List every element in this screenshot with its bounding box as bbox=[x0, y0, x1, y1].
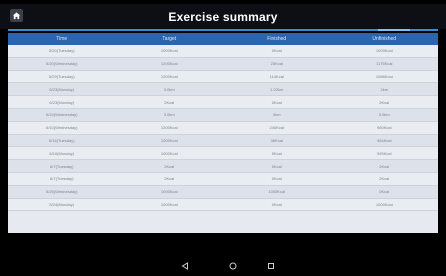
table-row[interactable]: 6/10(Wednesday) 1200Kcal 240Kcal 960Kcal bbox=[8, 121, 438, 135]
cell-target: 1000Kcal bbox=[115, 45, 223, 58]
column-header-time: Time bbox=[56, 36, 68, 42]
cell-unfinished: 1000Kcal bbox=[330, 198, 438, 212]
cell-finished: 0Kcal bbox=[223, 198, 331, 212]
cell-unfinished: 964Kcal bbox=[330, 134, 438, 148]
cell-finished: 5Kcal bbox=[223, 146, 331, 161]
header-divider bbox=[8, 29, 438, 31]
home-icon bbox=[12, 11, 21, 20]
cell-time: 5/29(Tuesday) bbox=[8, 70, 116, 84]
cell-unfinished: 1175Kcal bbox=[330, 57, 438, 71]
cell-target: 1200Kcal bbox=[115, 121, 223, 135]
cell-target: 1000Kcal bbox=[115, 134, 223, 148]
home-button[interactable] bbox=[10, 9, 23, 22]
exercise-table: Time Target Finished Unfinished 5/20(Tue… bbox=[8, 33, 438, 212]
cell-time: 5/25(Wednesday) bbox=[8, 185, 116, 199]
cell-target: 1000Kcal bbox=[115, 185, 223, 199]
column-header-target: Target bbox=[162, 36, 177, 42]
cell-time: 6/23(Monday) bbox=[8, 95, 116, 109]
cell-target: 1200Kcal bbox=[115, 70, 223, 84]
system-nav-bar bbox=[0, 256, 446, 276]
cell-unfinished: 3.0km bbox=[330, 108, 438, 122]
table-row[interactable]: 5/25(Wednesday) 1000Kcal 1000Kcal 0Kcal bbox=[8, 185, 438, 199]
table-row[interactable]: 5/20(Tuesday) 1000Kcal 0Kcal 1000Kcal bbox=[8, 45, 438, 58]
cell-unfinished: 995Kcal bbox=[330, 146, 438, 161]
cell-target: 2Kcal bbox=[115, 159, 223, 173]
exercise-summary-screen: Exercise summary Time Target Finished Un… bbox=[0, 0, 446, 276]
cell-time: 5/20(Wednesday) bbox=[8, 57, 116, 71]
nav-recent-button[interactable] bbox=[266, 261, 276, 271]
table-row[interactable]: 6/7(Tuesday) 2Kcal 0Kcal 2Kcal bbox=[8, 172, 438, 186]
table-row[interactable]: 6/24(Wednesday) 3.0km 0km 3.0km bbox=[8, 108, 438, 122]
app-bar: Exercise summary bbox=[0, 4, 446, 29]
cell-unfinished: 2Kcal bbox=[330, 95, 438, 109]
cell-finished: 36Kcal bbox=[223, 134, 331, 148]
cell-target: 1000Kcal bbox=[115, 146, 223, 161]
table-row[interactable]: 5/24(Monday) 1000Kcal 0Kcal 1000Kcal bbox=[8, 198, 438, 212]
cell-target: 3.0km bbox=[115, 108, 223, 122]
home-circle-icon bbox=[229, 257, 237, 275]
cell-time: 6/10(Monday) bbox=[8, 146, 116, 161]
cell-unfinished: 0Kcal bbox=[330, 185, 438, 199]
back-triangle-icon bbox=[181, 257, 189, 275]
page-title: Exercise summary bbox=[168, 9, 278, 24]
cell-unfinished: 2km bbox=[330, 82, 438, 97]
cell-time: 6/7(Tuesday) bbox=[8, 159, 116, 173]
cell-finished: 0Kcal bbox=[223, 159, 331, 173]
cell-finished: 114Kcal bbox=[223, 70, 331, 84]
cell-finished: 25Kcal bbox=[223, 57, 331, 71]
column-header-unfinished: Unfinished bbox=[372, 36, 397, 42]
cell-finished: 1000Kcal bbox=[223, 185, 331, 199]
cell-time: 6/10(Wednesday) bbox=[8, 121, 116, 135]
table-row[interactable]: 5/20(Wednesday) 1200Kcal 25Kcal 1175Kcal bbox=[8, 57, 438, 71]
cell-unfinished: 1000Kcal bbox=[330, 45, 438, 58]
cell-finished: 0Kcal bbox=[223, 45, 331, 58]
table-row[interactable]: 6/23(Monday) 2Kcal 0Kcal 2Kcal bbox=[8, 95, 438, 109]
nav-home-button[interactable] bbox=[228, 261, 238, 271]
table-row[interactable]: 6/16(Tuesday) 1000Kcal 36Kcal 964Kcal bbox=[8, 134, 438, 148]
cell-target: 2Kcal bbox=[115, 172, 223, 186]
table-row[interactable]: 5/29(Tuesday) 1200Kcal 114Kcal 1086Kcal bbox=[8, 70, 438, 84]
cell-time: 6/23(Monday) bbox=[8, 82, 116, 97]
cell-unfinished: 1086Kcal bbox=[330, 70, 438, 84]
cell-unfinished: 2Kcal bbox=[330, 159, 438, 173]
cell-unfinished: 960Kcal bbox=[330, 121, 438, 135]
cell-finished: 0Kcal bbox=[223, 172, 331, 186]
cell-target: 3.0km bbox=[115, 82, 223, 97]
recent-square-icon bbox=[267, 257, 275, 275]
cell-time: 6/16(Tuesday) bbox=[8, 134, 116, 148]
cell-finished: 0km bbox=[223, 108, 331, 122]
header-divider-highlight bbox=[378, 29, 410, 31]
table-row[interactable]: 6/23(Monday) 3.0km 1.02km 2km bbox=[8, 82, 438, 97]
cell-unfinished: 2Kcal bbox=[330, 172, 438, 186]
cell-target: 1000Kcal bbox=[115, 198, 223, 212]
nav-back-button[interactable] bbox=[180, 261, 190, 271]
table-row[interactable]: 6/7(Tuesday) 2Kcal 0Kcal 2Kcal bbox=[8, 159, 438, 173]
cell-target: 2Kcal bbox=[115, 95, 223, 109]
table-row[interactable]: 6/10(Monday) 1000Kcal 5Kcal 995Kcal bbox=[8, 146, 438, 161]
cell-finished: 0Kcal bbox=[223, 95, 331, 109]
column-header-finished: Finished bbox=[267, 36, 287, 42]
table-header-row: Time Target Finished Unfinished bbox=[8, 33, 438, 45]
exercise-table-container[interactable]: Time Target Finished Unfinished 5/20(Tue… bbox=[8, 33, 438, 233]
cell-time: 5/20(Tuesday) bbox=[8, 45, 116, 58]
cell-target: 1200Kcal bbox=[115, 57, 223, 71]
cell-time: 6/7(Tuesday) bbox=[8, 172, 116, 186]
cell-finished: 240Kcal bbox=[223, 121, 331, 135]
cell-finished: 1.02km bbox=[223, 82, 331, 97]
cell-time: 5/24(Monday) bbox=[8, 198, 116, 212]
cell-time: 6/24(Wednesday) bbox=[8, 108, 116, 122]
